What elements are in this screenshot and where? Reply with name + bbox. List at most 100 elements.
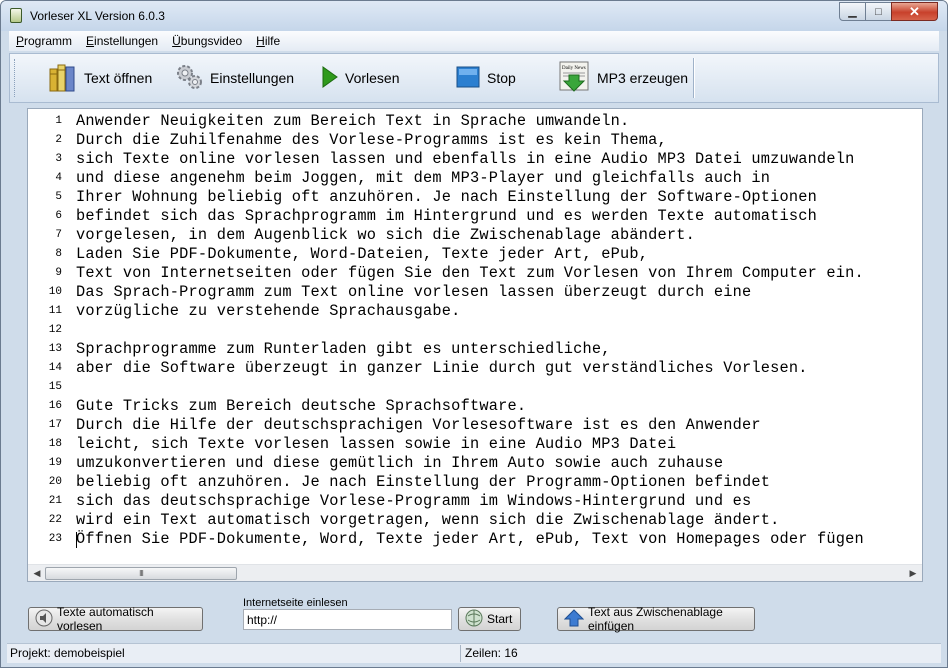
line-number: 3 — [55, 153, 62, 165]
books-icon — [48, 61, 78, 96]
line-number: 8 — [55, 248, 62, 260]
line-text: Durch die Zuhilfenahme des Vorlese-Progr… — [76, 131, 667, 149]
editor-line[interactable]: 18 leicht, sich Texte vorlesen lassen sow… — [28, 435, 922, 454]
editor-line[interactable]: 7 vorgelesen, in dem Augenblick wo sich d… — [28, 226, 922, 245]
line-number: 12 — [48, 324, 62, 336]
line-text: Öffnen Sie PDF-Dokumente, Word, Texte je… — [76, 530, 864, 548]
editor-line[interactable]: 22 wird ein Text automatisch vorgetragen,… — [28, 511, 922, 530]
stop-button[interactable]: Stop — [455, 60, 516, 96]
line-number: 16 — [48, 400, 62, 412]
menu-uebungsvideo[interactable]: Übungsvideo — [165, 34, 249, 48]
horizontal-scrollbar[interactable]: ◀ III ▶ — [28, 564, 922, 581]
newspaper-download-icon: Daily News — [559, 61, 591, 96]
line-number: 15 — [48, 381, 62, 393]
editor-line[interactable]: 14 aber die Software überzeugt in ganzer … — [28, 359, 922, 378]
toolbar: Text öffnen Einstellungen Vorlesen Stop … — [9, 53, 939, 103]
editor-line[interactable]: 16 Gute Tricks zum Bereich deutsche Sprac… — [28, 397, 922, 416]
menu-hilfe-label: ilfe — [264, 34, 281, 48]
editor-line[interactable]: 23 Öffnen Sie PDF-Dokumente, Word, Texte … — [28, 530, 922, 549]
read-aloud-button[interactable]: Vorlesen — [321, 60, 399, 96]
scroll-right-icon[interactable]: ▶ — [906, 567, 920, 580]
line-text: Anwender Neuigkeiten zum Bereich Text in… — [76, 112, 630, 130]
line-number: 22 — [48, 514, 62, 526]
line-number: 20 — [48, 476, 62, 488]
url-label: Internetseite einlesen — [243, 597, 348, 609]
create-mp3-label: MP3 erzeugen — [597, 70, 689, 86]
line-text: Durch die Hilfe der deutschsprachigen Vo… — [76, 416, 761, 434]
start-button[interactable]: Start — [458, 607, 521, 631]
url-input[interactable] — [243, 609, 452, 630]
editor-lines: 1 Anwender Neuigkeiten zum Bereich Text i… — [28, 112, 922, 549]
maximize-button[interactable]: □ — [865, 2, 892, 21]
editor-line[interactable]: 8 Laden Sie PDF-Dokumente, Word-Dateien, … — [28, 245, 922, 264]
line-text: Gute Tricks zum Bereich deutsche Sprachs… — [76, 397, 527, 415]
editor-line[interactable]: 11 vorzügliche zu verstehende Sprachausga… — [28, 302, 922, 321]
menu-programm[interactable]: Programm — [9, 34, 79, 48]
scroll-thumb[interactable]: III — [45, 567, 237, 580]
line-number: 9 — [55, 267, 62, 279]
line-number: 17 — [48, 419, 62, 431]
text-caret — [76, 532, 77, 548]
menu-einstellungen-label: instellungen — [94, 34, 159, 48]
menu-hilfe[interactable]: Hilfe — [249, 34, 287, 48]
editor-line[interactable]: 13 Sprachprogramme zum Runterladen gibt e… — [28, 340, 922, 359]
menu-bar: Programm Einstellungen Übungsvideo Hilfe — [9, 31, 939, 51]
app-window: Vorleser XL Version 6.0.3 ▁ □ ✕ Programm… — [0, 0, 948, 668]
line-text: vorzügliche zu verstehende Sprachausgabe… — [76, 302, 461, 320]
line-text: Laden Sie PDF-Dokumente, Word-Dateien, T… — [76, 245, 649, 263]
text-editor[interactable]: 1 Anwender Neuigkeiten zum Bereich Text i… — [27, 108, 923, 582]
editor-line[interactable]: 17 Durch die Hilfe der deutschsprachigen … — [28, 416, 922, 435]
toolbar-grip[interactable] — [14, 59, 17, 97]
paste-clipboard-button[interactable]: Text aus Zwischenablage einfügen — [557, 605, 755, 633]
status-bar: Projekt: demobeispiel Zeilen: 16 — [7, 643, 941, 663]
auto-read-label: Texte automatisch vorlesen — [57, 605, 154, 633]
close-button[interactable]: ✕ — [891, 2, 938, 21]
status-line-count: Zeilen: 16 — [465, 646, 518, 660]
editor-line[interactable]: 3 sich Texte online vorlesen lassen und e… — [28, 150, 922, 169]
editor-line[interactable]: 10 Das Sprach-Programm zum Text online vo… — [28, 283, 922, 302]
menu-uebungsvideo-label: bungsvideo — [180, 34, 243, 48]
settings-label: Einstellungen — [210, 70, 295, 86]
create-mp3-button[interactable]: Daily News MP3 erzeugen — [559, 60, 688, 96]
line-text: Das Sprach-Programm zum Text online vorl… — [76, 283, 752, 301]
speaker-icon — [35, 609, 53, 630]
editor-line[interactable]: 4 und diese angenehm beim Joggen, mit dem… — [28, 169, 922, 188]
editor-line[interactable]: 21 sich das deutschsprachige Vorlese-Prog… — [28, 492, 922, 511]
status-project: Projekt: demobeispiel — [7, 645, 461, 662]
editor-line[interactable]: 5 Ihrer Wohnung beliebig oft anzuhören. J… — [28, 188, 922, 207]
settings-button[interactable]: Einstellungen — [174, 60, 294, 96]
line-text: vorgelesen, in dem Augenblick wo sich di… — [76, 226, 696, 244]
line-number: 19 — [48, 457, 62, 469]
editor-line[interactable]: 9 Text von Internetseiten oder fügen Sie … — [28, 264, 922, 283]
line-text: befindet sich das Sprachprogramm im Hint… — [76, 207, 817, 225]
title-bar[interactable]: Vorleser XL Version 6.0.3 ▁ □ ✕ — [1, 1, 947, 31]
open-text-button[interactable]: Text öffnen — [48, 60, 152, 96]
line-text: Text von Internetseiten oder fügen Sie d… — [76, 264, 864, 282]
menu-programm-key: P — [16, 34, 25, 48]
line-number: 23 — [48, 533, 62, 545]
minimize-button[interactable]: ▁ — [839, 2, 866, 21]
line-text: leicht, sich Texte vorlesen lassen sowie… — [76, 435, 677, 453]
menu-programm-label: rogramm — [24, 34, 73, 48]
editor-line[interactable]: 2 Durch die Zuhilfenahme des Vorlese-Prog… — [28, 131, 922, 150]
line-number: 13 — [48, 343, 62, 355]
close-icon: ✕ — [909, 3, 920, 19]
editor-line[interactable]: 6 befindet sich das Sprachprogramm im Hin… — [28, 207, 922, 226]
menu-einstellungen-key: E — [86, 34, 95, 48]
line-number: 11 — [48, 305, 62, 317]
stop-icon — [455, 65, 481, 92]
scroll-thumb-grip: III — [139, 569, 144, 578]
menu-einstellungen[interactable]: Einstellungen — [79, 34, 165, 48]
editor-line[interactable]: 19 umzukonvertieren und diese gemütlich i… — [28, 454, 922, 473]
auto-read-button[interactable]: Texte automatisch vorlesen — [28, 605, 203, 633]
editor-line[interactable]: 1 Anwender Neuigkeiten zum Bereich Text i… — [28, 112, 922, 131]
scroll-left-icon[interactable]: ◀ — [30, 567, 44, 580]
line-text: aber die Software überzeugt in ganzer Li… — [76, 359, 808, 377]
play-icon — [321, 65, 339, 92]
editor-line[interactable]: 20 beliebig oft anzuhören. Je nach Einste… — [28, 473, 922, 492]
line-text: sich Texte online vorlesen lassen und eb… — [76, 150, 855, 168]
editor-line[interactable]: 15 — [28, 378, 922, 397]
line-text: umzukonvertieren und diese gemütlich in … — [76, 454, 724, 472]
line-text: und diese angenehm beim Joggen, mit dem … — [76, 169, 771, 187]
editor-line[interactable]: 12 — [28, 321, 922, 340]
